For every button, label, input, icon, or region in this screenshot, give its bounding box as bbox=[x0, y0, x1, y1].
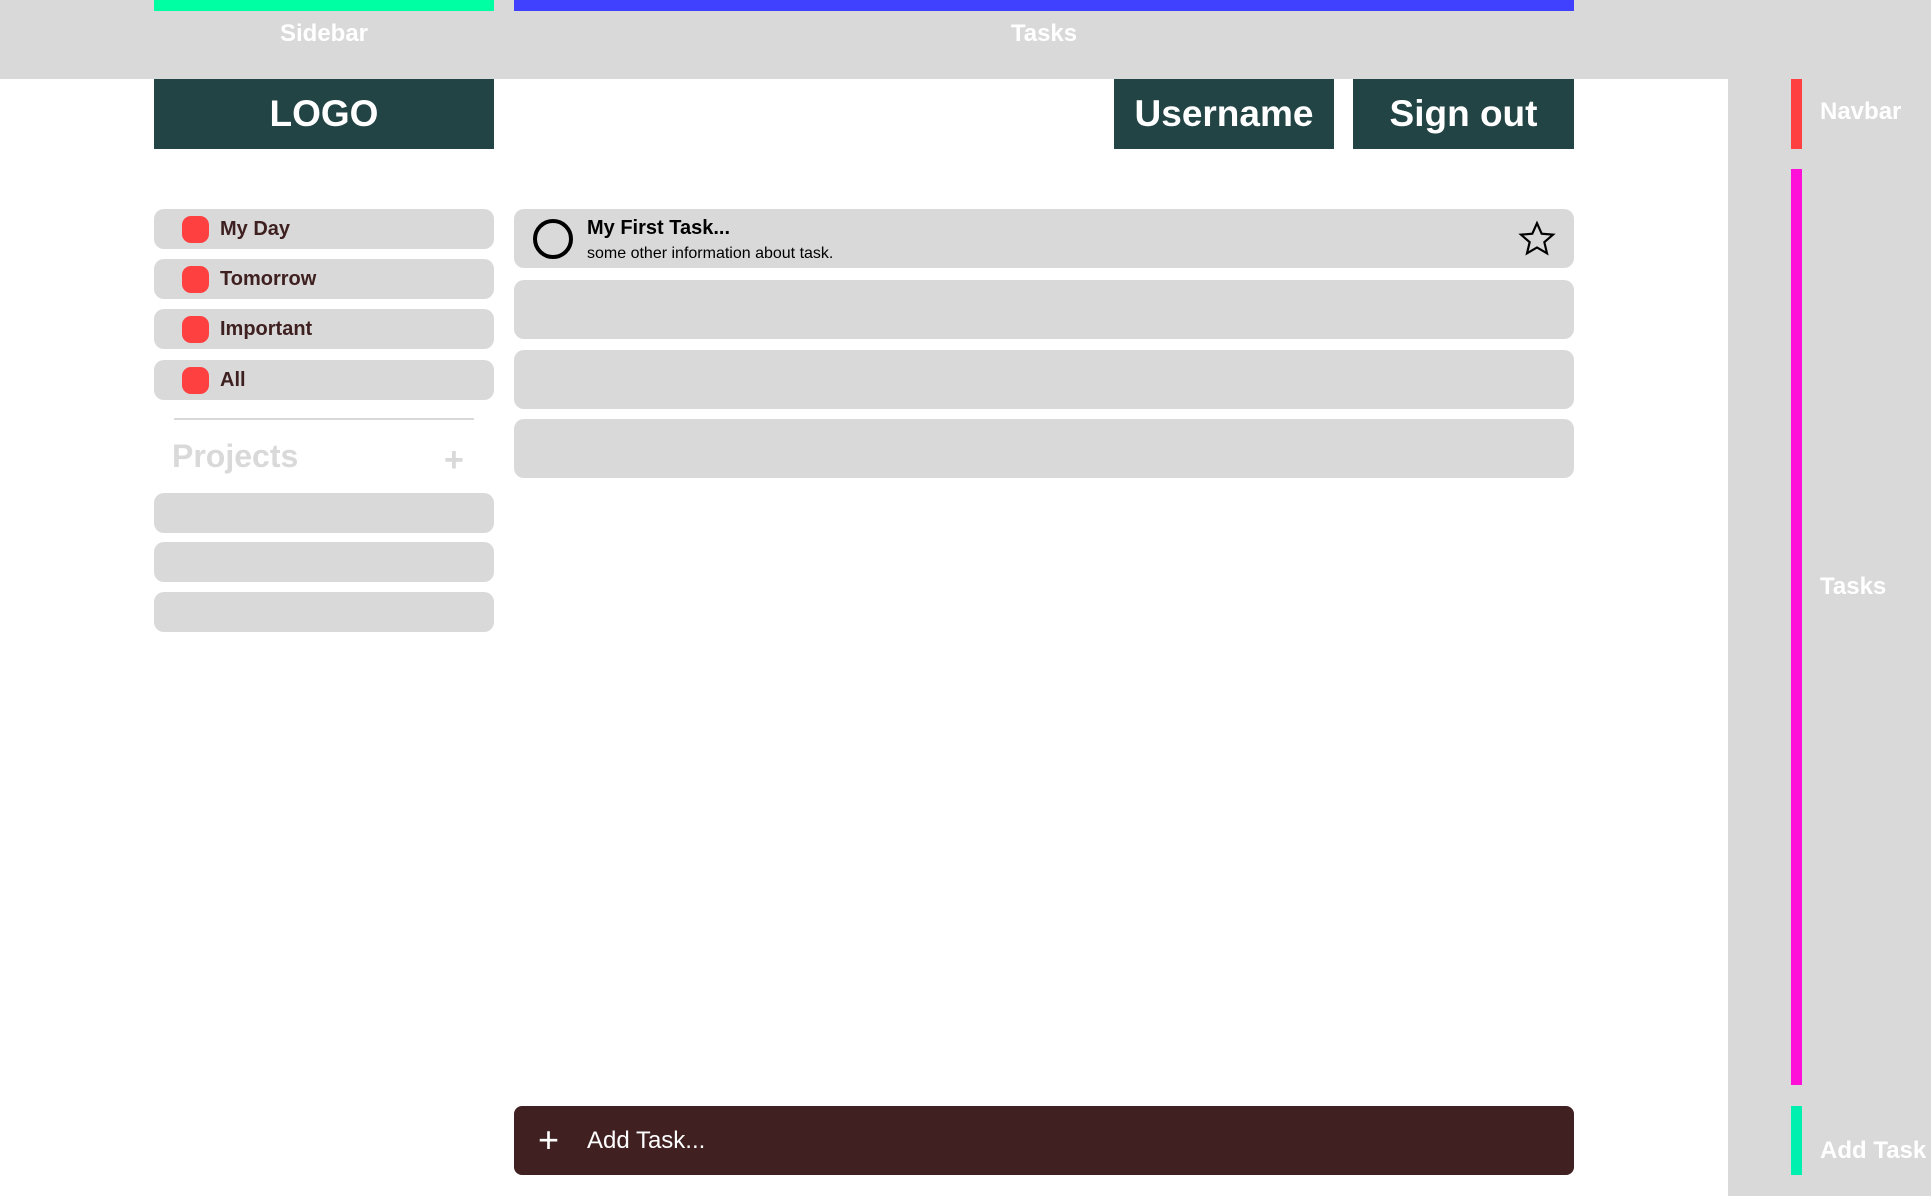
task-subtitle: some other information about task. bbox=[587, 245, 834, 262]
star-icon[interactable] bbox=[1517, 219, 1557, 259]
logo[interactable]: LOGO bbox=[154, 79, 494, 149]
task-row-placeholder[interactable] bbox=[514, 419, 1574, 478]
sidebar-item-all[interactable]: All bbox=[154, 360, 494, 400]
sidebar-divider bbox=[174, 418, 474, 420]
navbar-annotation-label: Navbar bbox=[1820, 98, 1902, 125]
complete-circle-icon[interactable] bbox=[533, 219, 573, 259]
sidebar-item-label: My Day bbox=[220, 217, 291, 240]
dot-icon bbox=[182, 315, 209, 343]
sidebar-item-label: Tomorrow bbox=[220, 267, 317, 290]
sidebar-annotation-bar bbox=[154, 0, 494, 11]
task-row-placeholder[interactable] bbox=[514, 350, 1574, 409]
username-button[interactable]: Username bbox=[1114, 79, 1334, 149]
sidebar-item-my-day[interactable]: My Day bbox=[154, 209, 494, 249]
tasks-annotation-side-label: Tasks bbox=[1820, 573, 1887, 600]
add-task-bar[interactable]: + Add Task... bbox=[514, 1106, 1574, 1175]
dot-icon bbox=[182, 215, 209, 243]
add-task-annotation-bar bbox=[1791, 1106, 1802, 1175]
navbar-annotation-bar bbox=[1791, 79, 1802, 149]
sidebar-item-label: All bbox=[220, 368, 246, 391]
sidebar-item-important[interactable]: Important bbox=[154, 309, 494, 349]
projects-title: Projects bbox=[172, 438, 299, 474]
tasks-annotation-side-bar bbox=[1791, 169, 1802, 1085]
sidebar-item-tomorrow[interactable]: Tomorrow bbox=[154, 259, 494, 299]
sign-out-button[interactable]: Sign out bbox=[1353, 79, 1574, 149]
sidebar-item-label: Important bbox=[220, 317, 313, 340]
sidebar-annotation-label: Sidebar bbox=[279, 20, 369, 47]
project-item[interactable] bbox=[154, 493, 494, 533]
tasks-annotation-bar bbox=[514, 0, 1574, 11]
dot-icon bbox=[182, 366, 209, 394]
project-item[interactable] bbox=[154, 542, 494, 582]
tasks-annotation-label: Tasks bbox=[1010, 20, 1078, 47]
task-row-placeholder[interactable] bbox=[514, 280, 1574, 339]
task-row[interactable]: My First Task... some other information … bbox=[514, 209, 1574, 268]
plus-icon: + bbox=[538, 1119, 560, 1160]
dot-icon bbox=[182, 265, 209, 293]
add-task-input[interactable]: Add Task... bbox=[587, 1127, 705, 1155]
add-task-annotation-label: Add Task bbox=[1820, 1137, 1927, 1164]
add-project-plus-icon[interactable]: + bbox=[444, 440, 464, 480]
task-title: My First Task... bbox=[587, 217, 731, 239]
project-item[interactable] bbox=[154, 592, 494, 632]
